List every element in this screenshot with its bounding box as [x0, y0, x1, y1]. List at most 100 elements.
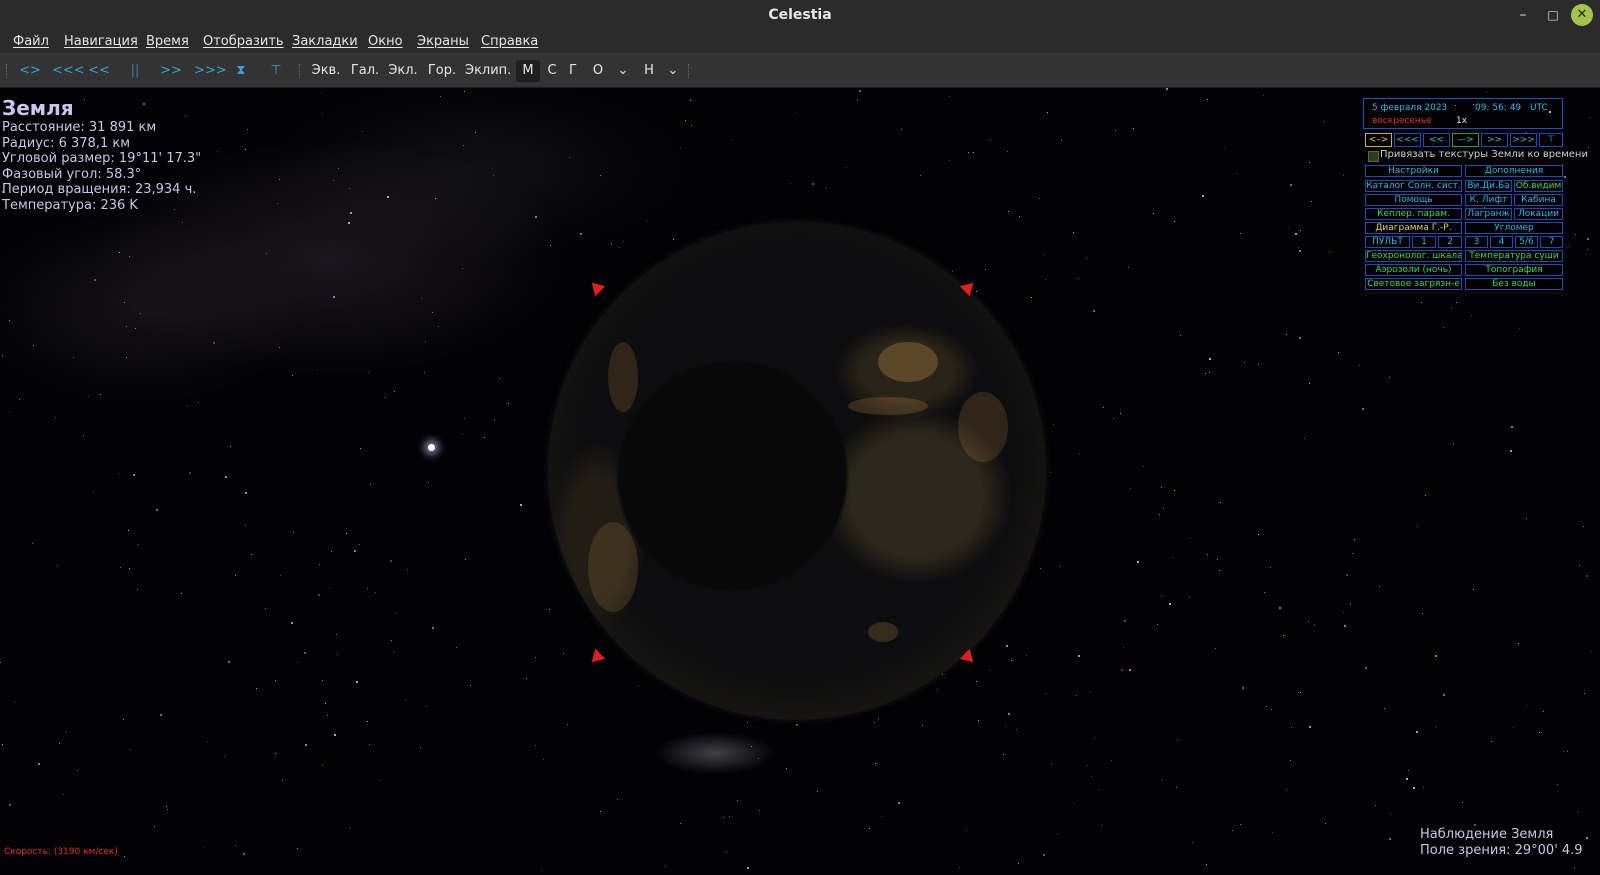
- menu-file[interactable]: Файл: [13, 34, 49, 49]
- panel-console-2-button[interactable]: 2: [1438, 236, 1462, 248]
- star: [1526, 518, 1527, 519]
- view-g-button[interactable]: Г: [564, 60, 582, 82]
- reverse-time-icon[interactable]: <>: [18, 60, 42, 82]
- panel-console-56-button[interactable]: 5/6: [1515, 236, 1538, 248]
- star: [338, 168, 339, 169]
- panel-reverse-button[interactable]: <–>: [1365, 133, 1392, 147]
- toolbar-handle[interactable]: [6, 64, 9, 78]
- minimize-button[interactable]: –: [1512, 4, 1534, 26]
- star: [319, 564, 320, 565]
- hourglass-icon[interactable]: ⧗: [229, 60, 253, 82]
- current-time-icon[interactable]: ⊤: [264, 60, 288, 82]
- panel-topography-button[interactable]: Топография: [1465, 264, 1563, 276]
- panel-console-4-button[interactable]: 4: [1490, 236, 1513, 248]
- star: [1279, 607, 1281, 609]
- panel-space-elevator-button[interactable]: К. Лифт: [1465, 194, 1512, 206]
- panel-console-3-button[interactable]: 3: [1465, 236, 1488, 248]
- panel-hr-diagram-button[interactable]: Диаграмма Г.-Р.: [1365, 222, 1462, 234]
- frame-ecliptic-plane-button[interactable]: Эклип.: [465, 60, 511, 82]
- panel-no-water-button[interactable]: Без воды: [1465, 278, 1563, 290]
- frame-ecliptic-button[interactable]: Экл.: [387, 60, 419, 82]
- star: [619, 247, 620, 248]
- view-s-button[interactable]: С: [543, 60, 561, 82]
- menu-window[interactable]: Окно: [368, 34, 403, 49]
- star: [1587, 249, 1588, 250]
- frame-equatorial-button[interactable]: Экв.: [310, 60, 342, 82]
- star: [600, 811, 601, 812]
- star: [432, 627, 434, 629]
- panel-locations-button[interactable]: Локации: [1514, 208, 1563, 220]
- maximize-button[interactable]: □: [1542, 4, 1564, 26]
- star: [463, 145, 464, 146]
- star: [1044, 254, 1045, 255]
- panel-goniometer-button[interactable]: Угломер: [1465, 222, 1563, 234]
- panel-settings-button[interactable]: Настройки: [1365, 165, 1462, 177]
- view-o-button[interactable]: О: [588, 60, 608, 82]
- fast-rewind-icon[interactable]: <<<: [52, 60, 85, 82]
- star: [1473, 589, 1474, 590]
- view-status: Наблюдение Земля Поле зрения: 29°00' 4.9: [1420, 827, 1583, 859]
- panel-vidiba-button[interactable]: Ви.Ди.Ба: [1465, 180, 1512, 192]
- forward-icon[interactable]: >>: [159, 60, 183, 82]
- menu-help[interactable]: Справка: [481, 34, 538, 49]
- star: [475, 132, 476, 133]
- panel-addons-button[interactable]: Дополнения: [1465, 165, 1563, 177]
- menu-bookmarks[interactable]: Закладки: [292, 34, 358, 49]
- bright-star[interactable]: [428, 444, 435, 451]
- earth-texture-checkbox[interactable]: [1368, 151, 1379, 162]
- star: [1359, 365, 1360, 366]
- menu-display[interactable]: Отобразить: [203, 34, 284, 49]
- panel-help-button[interactable]: Помощь: [1365, 194, 1462, 206]
- panel-geochronology-button[interactable]: Геохронолог. шкала: [1365, 250, 1462, 262]
- panel-play-button[interactable]: —>: [1452, 133, 1479, 147]
- star: [420, 747, 421, 748]
- star: [1451, 307, 1452, 308]
- star: [846, 167, 847, 168]
- star: [1578, 811, 1579, 812]
- panel-console-button[interactable]: ПУЛЬТ: [1365, 236, 1410, 248]
- star: [57, 565, 58, 566]
- menu-screens[interactable]: Экраны: [417, 34, 469, 49]
- star: [680, 823, 681, 824]
- star: [167, 809, 168, 810]
- frame-galactic-button[interactable]: Гал.: [350, 60, 380, 82]
- space-view[interactable]: [0, 88, 1600, 875]
- pause-icon[interactable]: ||: [123, 60, 147, 82]
- panel-light-pollution-button[interactable]: Световое загрязн-е: [1365, 278, 1462, 290]
- star: [731, 140, 732, 141]
- panel-forward-button[interactable]: >>: [1481, 133, 1508, 147]
- panel-rewind-button[interactable]: <<: [1423, 133, 1450, 147]
- rewind-icon[interactable]: <<: [87, 60, 111, 82]
- star: [1423, 787, 1424, 788]
- view-n-button[interactable]: Н: [639, 60, 659, 82]
- star: [316, 369, 317, 370]
- panel-fast-rewind-button[interactable]: <<<: [1394, 133, 1421, 147]
- toolbar: <> <<< << || >> >>> ⧗ ⊤ Экв. Гал. Экл. Г…: [0, 53, 1600, 88]
- star: [1406, 778, 1408, 780]
- menu-navigation[interactable]: Навигация: [64, 34, 138, 49]
- panel-cockpit-button[interactable]: Кабина: [1514, 194, 1563, 206]
- panel-solar-catalog-button[interactable]: Каталог Солн. сист.: [1365, 180, 1462, 192]
- panel-kepler-params-button[interactable]: Кеплер. парам.: [1365, 208, 1462, 220]
- panel-console-7-button[interactable]: 7: [1540, 236, 1563, 248]
- view-n-dropdown-icon[interactable]: ⌄: [664, 60, 682, 82]
- view-m-button[interactable]: М: [516, 60, 540, 82]
- menu-time[interactable]: Время: [146, 34, 189, 49]
- star: [1006, 645, 1008, 647]
- panel-fast-forward-button[interactable]: >>>: [1510, 133, 1537, 147]
- fast-forward-icon[interactable]: >>>: [194, 60, 227, 82]
- panel-now-button[interactable]: ⊤: [1539, 133, 1563, 147]
- panel-console-1-button[interactable]: 1: [1412, 236, 1436, 248]
- star: [747, 867, 749, 869]
- panel-visibility-button[interactable]: Об.видим: [1514, 180, 1563, 192]
- panel-lagrange-button[interactable]: Лагранж: [1465, 208, 1512, 220]
- star: [1128, 267, 1129, 268]
- panel-land-temperature-button[interactable]: Температура суши: [1465, 250, 1563, 262]
- star: [1242, 687, 1244, 689]
- window-title: Celestia: [768, 7, 832, 23]
- frame-horizontal-button[interactable]: Гор.: [427, 60, 457, 82]
- panel-aerosols-button[interactable]: Аэрозоли (ночь): [1365, 264, 1462, 276]
- view-o-dropdown-icon[interactable]: ⌄: [614, 60, 632, 82]
- earth-globe[interactable]: [548, 222, 1046, 720]
- close-button[interactable]: ✕: [1571, 4, 1593, 26]
